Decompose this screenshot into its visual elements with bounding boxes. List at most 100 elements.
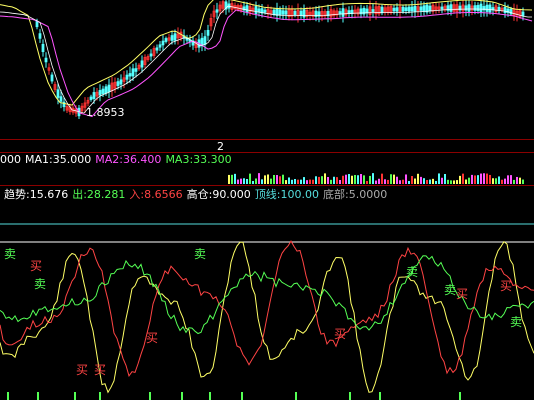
volume-bar	[459, 175, 461, 184]
volume-bar	[267, 174, 269, 184]
candle-body	[161, 40, 165, 46]
volume-bar	[465, 179, 467, 184]
indicator-label: MA2:36.400	[95, 153, 162, 166]
volume-bar	[432, 178, 434, 184]
candle-body	[413, 5, 417, 12]
volume-bar	[411, 176, 413, 184]
candle-body	[92, 92, 96, 99]
buy-signal-mark: 买	[456, 287, 468, 301]
volume-bar	[441, 177, 443, 184]
candle-body	[170, 35, 174, 41]
price-chart[interactable]	[0, 0, 534, 140]
candle-body	[98, 90, 102, 96]
volume-bar	[471, 174, 473, 184]
volume-bar	[513, 179, 515, 184]
candle-body	[380, 6, 384, 14]
candle-body	[173, 33, 177, 41]
volume-bar	[498, 176, 500, 184]
volume-bar	[522, 179, 524, 184]
volume-bar	[495, 178, 497, 184]
volume-bar	[348, 174, 350, 184]
volume-bar	[417, 173, 419, 184]
volume-bar	[231, 174, 233, 184]
candle-body	[491, 7, 495, 11]
candle-body	[158, 44, 162, 48]
volume-bar	[288, 177, 290, 184]
volume-bar	[429, 179, 431, 184]
candle-body	[257, 8, 261, 13]
volume-bar	[492, 178, 494, 184]
volume-bar	[306, 180, 308, 184]
ma-yellow-line	[0, 0, 533, 106]
candle-body	[521, 11, 525, 17]
volume-bar	[450, 180, 452, 184]
sell-signal-mark: 卖	[444, 283, 456, 297]
volume-bar	[378, 178, 380, 184]
oscillator-indicator-row: 趋势:15.676 出:28.281 入:8.6566 高仓:90.000 顶线:100…	[4, 188, 391, 202]
candle-body	[449, 4, 453, 12]
candle-body	[119, 79, 123, 85]
volume-indicator-row: 000 MA1:35.000 MA2:36.400 MA3:33.300	[0, 153, 236, 167]
candle-body	[254, 5, 258, 15]
candle-body	[50, 74, 54, 82]
volume-bar	[300, 179, 302, 184]
indicator-label: 入:8.6566	[129, 188, 183, 201]
volume-bar	[366, 180, 368, 184]
volume-bar	[477, 175, 479, 184]
candle-body	[215, 9, 219, 13]
volume-bar	[516, 176, 518, 184]
volume-bar	[342, 175, 344, 184]
candle-body	[131, 68, 135, 77]
volume-bar	[435, 180, 437, 184]
volume-bar	[402, 179, 404, 184]
candle-body	[473, 5, 477, 11]
candle-body	[410, 6, 414, 12]
volume-bar	[321, 176, 323, 184]
volume-bar	[228, 174, 230, 184]
volume-bar	[390, 174, 392, 184]
candle-body	[284, 10, 288, 15]
volume-bar	[426, 180, 428, 184]
indicator-label: 趋势:15.676	[4, 188, 69, 201]
candle-body	[299, 10, 303, 16]
volume-bar	[246, 179, 248, 184]
ma-white-line	[0, 5, 532, 114]
volume-panel[interactable]: 000 MA1:35.000 MA2:36.400 MA3:33.300	[0, 153, 534, 184]
volume-bar	[315, 176, 317, 184]
buy-signal-mark: 买	[334, 327, 346, 341]
volume-bar	[318, 176, 320, 184]
candle-body	[485, 4, 489, 12]
sell-signal-mark: 卖	[510, 315, 522, 329]
candle-body	[503, 6, 507, 14]
volume-bar	[396, 176, 398, 184]
volume-bar	[273, 174, 275, 184]
buy-signal-mark: 买	[30, 259, 42, 273]
candle-body	[497, 6, 501, 11]
volume-bar	[237, 179, 239, 184]
volume-bar	[510, 175, 512, 184]
indicator-label: MA1:35.000	[25, 153, 92, 166]
oscillator-chart[interactable]: 卖卖卖卖卖卖买买 买买 买买买	[0, 186, 534, 400]
volume-bar	[294, 178, 296, 184]
candle-body	[464, 5, 468, 11]
price-chart-panel[interactable]: 1.8953	[0, 0, 534, 140]
candle-body	[272, 9, 276, 15]
buy-signal-mark: 买	[146, 331, 158, 345]
candle-body	[401, 6, 405, 12]
volume-bar	[261, 179, 263, 184]
candle-body	[107, 84, 111, 93]
oscillator-panel[interactable]: 趋势:15.676 出:28.281 入:8.6566 高仓:90.000 顶线:100…	[0, 186, 534, 400]
volume-bar	[276, 175, 278, 184]
volume-bar	[393, 174, 395, 184]
volume-bar	[264, 175, 266, 184]
candle-body	[59, 96, 63, 102]
indicator-label: MA3:33.300	[165, 153, 232, 166]
volume-bar	[333, 176, 335, 184]
candle-body	[293, 10, 297, 15]
candle-body	[149, 53, 153, 57]
candle-body	[89, 96, 93, 100]
volume-bar	[324, 173, 326, 184]
volume-bar	[330, 179, 332, 184]
volume-bar	[501, 179, 503, 184]
candle-body	[278, 9, 282, 16]
